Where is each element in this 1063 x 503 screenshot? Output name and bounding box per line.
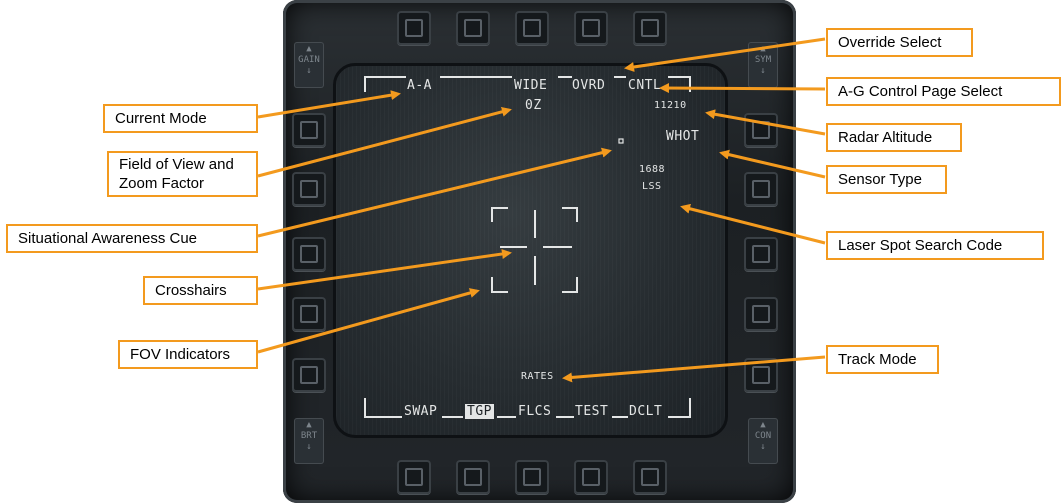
callout-fov-zoom-line2: Zoom Factor [119, 175, 205, 192]
callout-current-mode: Current Mode [103, 104, 258, 133]
callout-track-mode: Track Mode [826, 345, 939, 374]
callout-radar-altitude: Radar Altitude [826, 123, 962, 152]
callout-ag-control-page-select: A-G Control Page Select [826, 77, 1061, 106]
callout-fov-zoom-line1: Field of View and [119, 156, 234, 173]
callout-sensor-type: Sensor Type [826, 165, 947, 194]
callout-crosshairs: Crosshairs [143, 276, 258, 305]
callout-fov-zoom: Field of View and Zoom Factor [107, 151, 258, 197]
callout-fov-indicators: FOV Indicators [118, 340, 258, 369]
callout-sa-cue: Situational Awareness Cue [6, 224, 258, 253]
callout-override-select: Override Select [826, 28, 973, 57]
callout-laser-spot-search-code: Laser Spot Search Code [826, 231, 1044, 260]
